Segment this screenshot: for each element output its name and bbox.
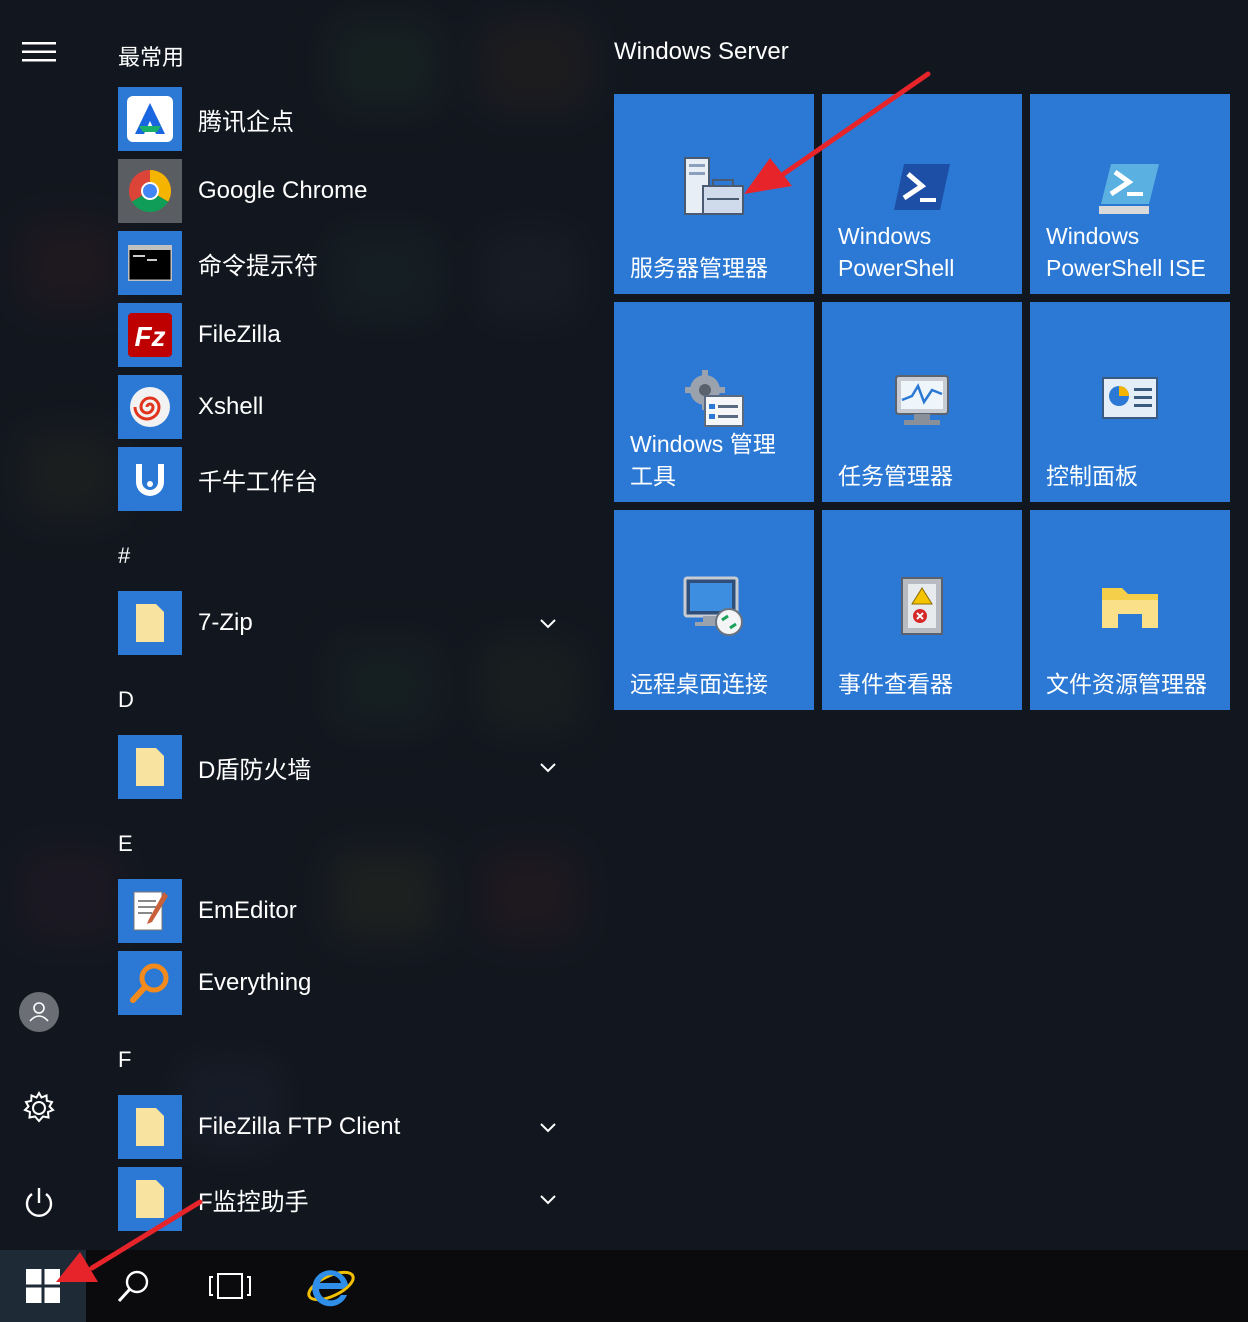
internet-explorer-button[interactable]: [286, 1250, 376, 1322]
app-item-qianniu[interactable]: 千牛工作台: [118, 447, 578, 511]
user-avatar-icon: [19, 992, 59, 1032]
app-label: 千牛工作台: [198, 468, 318, 496]
app-label: 腾讯企点: [198, 108, 294, 136]
app-item-filezilla[interactable]: Fz FileZilla: [118, 303, 578, 367]
app-item-command-prompt[interactable]: 命令提示符: [118, 231, 578, 295]
powershell-icon: [894, 164, 950, 210]
task-manager-icon: [895, 375, 949, 425]
tile-label: Windows 管理 工具: [630, 431, 776, 489]
search-button[interactable]: [90, 1250, 178, 1322]
folder-icon: [136, 1108, 164, 1146]
app-item-google-chrome[interactable]: Google Chrome: [118, 159, 578, 223]
tile-task-manager[interactable]: 任务管理器: [822, 302, 1022, 502]
app-label: EmEditor: [198, 897, 297, 924]
chevron-down-icon[interactable]: [538, 1117, 558, 1137]
app-item-everything[interactable]: Everything: [118, 951, 578, 1015]
app-label: Xshell: [198, 393, 264, 420]
tile-label: Windows PowerShell ISE: [1046, 223, 1206, 281]
tile-control-panel[interactable]: 控制面板: [1030, 302, 1230, 502]
settings-gear-icon: [23, 1090, 55, 1123]
app-label: 命令提示符: [198, 252, 318, 280]
app-folder-d-shield[interactable]: D盾防火墙: [118, 735, 578, 799]
tile-label: 控制面板: [1046, 463, 1138, 489]
chevron-down-icon[interactable]: [538, 757, 558, 777]
windows-start-icon: [26, 1269, 60, 1303]
app-label: FileZilla: [198, 321, 281, 348]
task-view-button[interactable]: [186, 1250, 274, 1322]
tile-label: Windows PowerShell: [838, 223, 955, 281]
app-item-tencent-qidian[interactable]: 腾讯企点: [118, 87, 578, 151]
app-folder-7zip[interactable]: 7-Zip: [118, 591, 578, 655]
tile-label: 文件资源管理器: [1046, 671, 1207, 697]
search-icon: [117, 1270, 149, 1303]
app-folder-f-monitor[interactable]: F监控助手: [118, 1167, 578, 1231]
start-button[interactable]: [0, 1250, 86, 1322]
group-header-f[interactable]: F: [118, 1047, 131, 1073]
filezilla-icon: Fz: [128, 313, 172, 357]
tencent-qidian-icon: [127, 96, 173, 142]
app-list: 最常用 腾讯企点 Google Chrome 命令提示符 Fz FileZill…: [118, 0, 588, 1250]
folder-icon: [136, 1180, 164, 1218]
tile-group-title: Windows Server: [614, 38, 789, 65]
tile-powershell-ise[interactable]: Windows PowerShell ISE: [1030, 94, 1230, 294]
command-prompt-icon: [128, 245, 172, 281]
power-button[interactable]: [0, 1174, 78, 1234]
app-label: FileZilla FTP Client: [198, 1113, 401, 1140]
app-item-xshell[interactable]: Xshell: [118, 375, 578, 439]
file-explorer-icon: [1102, 588, 1158, 628]
taskbar: [0, 1250, 1248, 1322]
task-view-icon: [209, 1273, 251, 1299]
folder-icon: [136, 748, 164, 786]
tile-remote-desktop[interactable]: 远程桌面连接: [614, 510, 814, 710]
xshell-icon: [130, 387, 170, 427]
tile-label: 任务管理器: [838, 463, 953, 489]
hamburger-menu-icon: [22, 42, 56, 62]
app-folder-filezilla-ftp[interactable]: FileZilla FTP Client: [118, 1095, 578, 1159]
frequent-header: 最常用: [118, 45, 185, 70]
folder-icon: [136, 604, 164, 642]
group-header-e[interactable]: E: [118, 831, 133, 857]
group-header-d[interactable]: D: [118, 687, 134, 713]
group-header-hash[interactable]: #: [118, 543, 130, 569]
everything-icon: [130, 963, 169, 1003]
app-label: D盾防火墙: [198, 756, 312, 784]
tile-admin-tools[interactable]: Windows 管理 工具: [614, 302, 814, 502]
powershell-ise-icon: [1099, 164, 1159, 214]
qianniu-icon: [136, 464, 164, 496]
app-label: Everything: [198, 969, 312, 996]
control-panel-icon: [1102, 377, 1158, 419]
chrome-icon: [128, 170, 172, 213]
event-viewer-icon: [901, 577, 943, 635]
tile-server-manager[interactable]: 服务器管理器: [614, 94, 814, 294]
app-label: Google Chrome: [198, 177, 368, 204]
power-icon: [25, 1188, 53, 1217]
tile-event-viewer[interactable]: 事件查看器: [822, 510, 1022, 710]
app-label: F监控助手: [198, 1188, 309, 1216]
chevron-down-icon[interactable]: [538, 1189, 558, 1209]
tile-label: 服务器管理器: [630, 255, 768, 281]
tile-file-explorer[interactable]: 文件资源管理器: [1030, 510, 1230, 710]
chevron-down-icon[interactable]: [538, 613, 558, 633]
user-account-button[interactable]: [0, 982, 78, 1042]
tile-label: 事件查看器: [838, 671, 953, 697]
tile-label: 远程桌面连接: [630, 671, 768, 697]
app-label: 7-Zip: [198, 609, 253, 636]
emeditor-icon: [133, 891, 168, 931]
internet-explorer-icon: [307, 1270, 355, 1307]
hamburger-menu-button[interactable]: [0, 22, 78, 82]
svg-text:Fz: Fz: [134, 321, 165, 352]
tile-windows-powershell[interactable]: Windows PowerShell: [822, 94, 1022, 294]
admin-tools-icon: [685, 370, 744, 427]
settings-button[interactable]: [0, 1078, 78, 1138]
server-manager-icon: [684, 157, 744, 215]
remote-desktop-icon: [683, 576, 743, 636]
app-item-emeditor[interactable]: EmEditor: [118, 879, 578, 943]
